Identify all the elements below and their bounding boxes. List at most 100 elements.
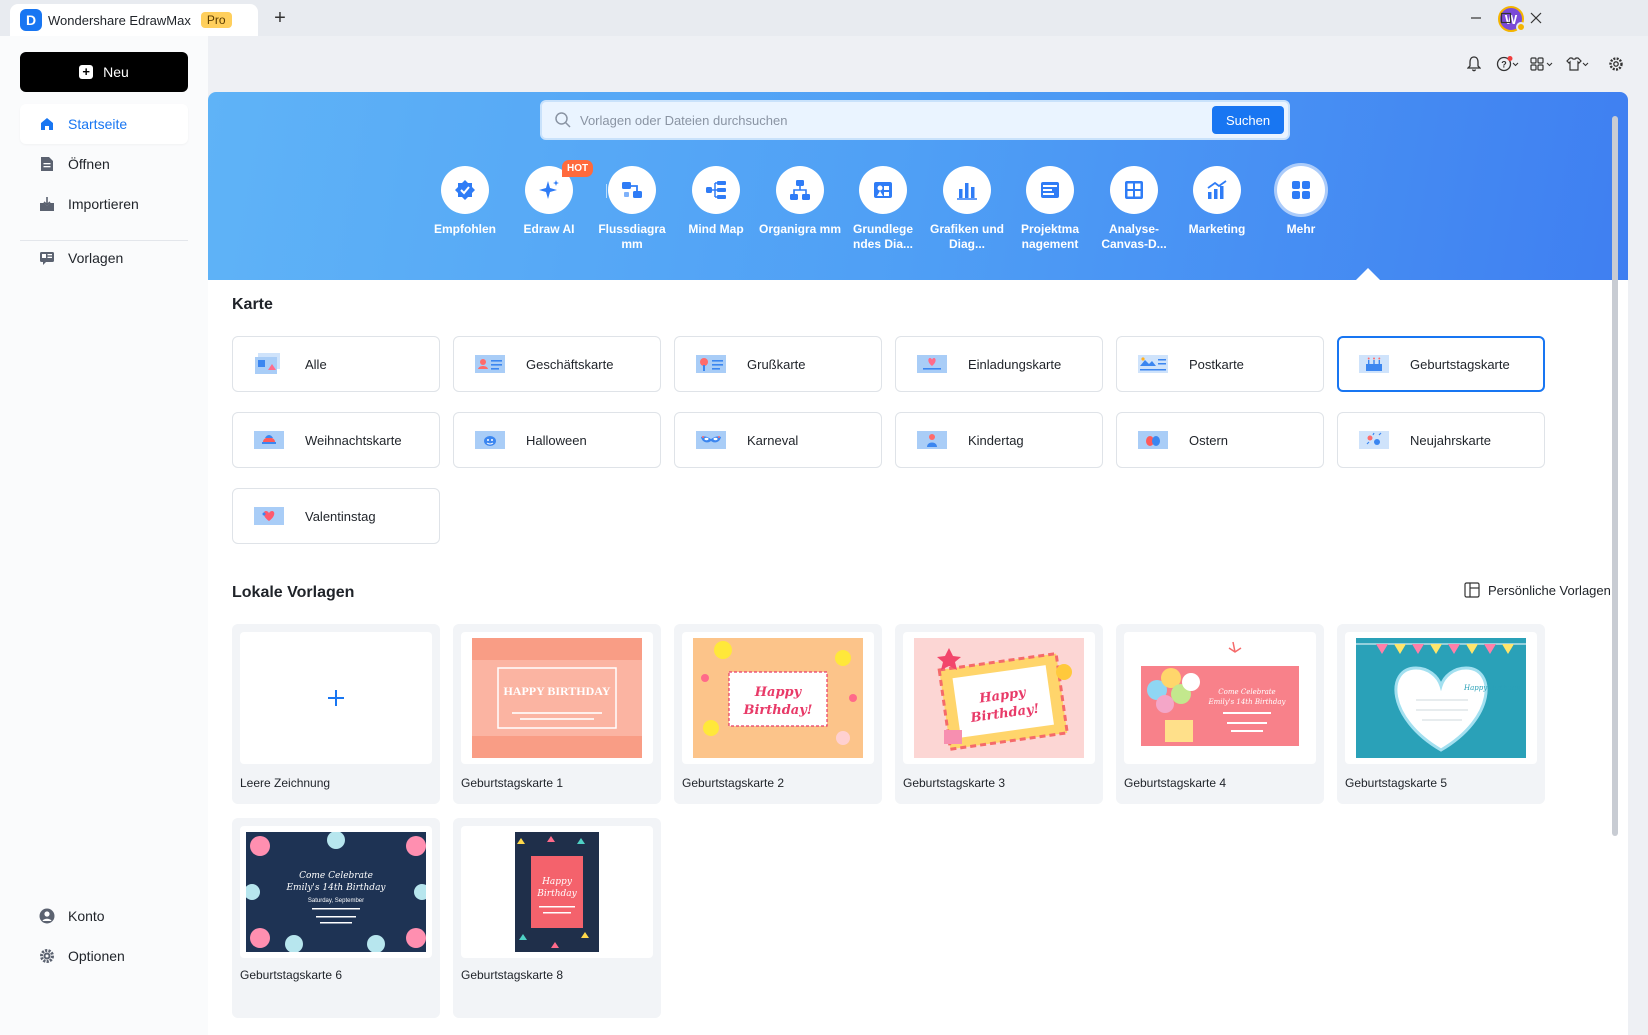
card-type-geschaeftskarte[interactable]: Geschäftskarte (453, 336, 661, 392)
app-title: Wondershare EdrawMax (48, 12, 191, 28)
minimize-button[interactable] (1466, 8, 1486, 28)
template-card[interactable]: HAPPY BIRTHDAY Geburtstagskarte 1 (453, 624, 661, 804)
new-year-card-icon (1358, 428, 1390, 452)
more-grid-icon (1277, 166, 1325, 214)
sidebar-item-label: Optionen (68, 948, 125, 964)
help-icon[interactable]: ? (1496, 52, 1520, 76)
app-tab[interactable]: D Wondershare EdrawMax Pro (10, 4, 258, 36)
mindmap-icon (692, 166, 740, 214)
template-thumbnail: Happy Birthday! (682, 632, 874, 764)
template-blank[interactable]: Leere Zeichnung (232, 624, 440, 804)
category-marketing[interactable]: Marketing (1172, 166, 1262, 237)
new-button[interactable]: + Neu (20, 52, 188, 92)
template-card[interactable]: Come Celebrate Emily's 14th Birthday Geb… (1116, 624, 1324, 804)
template-thumbnail: Happy Birthday (1345, 632, 1537, 764)
template-card[interactable]: Happy Birthday! Geburtstagskarte 2 (674, 624, 882, 804)
sidebar-item-optionen[interactable]: Optionen (20, 936, 188, 976)
project-icon (1026, 166, 1074, 214)
category-mind-map[interactable]: Mind Map (671, 166, 761, 237)
template-label: Geburtstagskarte 3 (903, 776, 1006, 790)
category-label: Empfohlen (434, 222, 496, 236)
category-flussdiagramm[interactable]: Flussdiagra mm (587, 166, 677, 252)
card-type-karneval[interactable]: Karneval (674, 412, 882, 468)
title-bar: D Wondershare EdrawMax Pro + W (0, 0, 1648, 36)
section-title-karte: Karte (232, 296, 273, 313)
category-mehr[interactable]: Mehr (1256, 166, 1346, 237)
category-grafiken-und-diagramme[interactable]: Grafiken und Diag... (922, 166, 1012, 252)
canvas-icon (1110, 166, 1158, 214)
card-type-alle[interactable]: Alle (232, 336, 440, 392)
sidebar-item-startseite[interactable]: Startseite (20, 104, 188, 144)
category-label: Projektma nagement (1020, 222, 1080, 251)
template-label: Geburtstagskarte 6 (240, 968, 343, 982)
sidebar-item-konto[interactable]: Konto (20, 896, 188, 936)
card-type-label: Ostern (1189, 432, 1229, 448)
close-button[interactable] (1526, 8, 1546, 28)
svg-text:Emily's 14th Birthday: Emily's 14th Birthday (285, 883, 386, 893)
gear-icon (38, 947, 56, 965)
sidebar-item-oeffnen[interactable]: Öffnen (20, 144, 188, 184)
maximize-button[interactable] (1496, 8, 1516, 28)
card-type-label: Einladungskarte (968, 356, 1062, 372)
template-label: Geburtstagskarte 5 (1345, 776, 1448, 790)
all-cards-icon (253, 352, 285, 376)
new-tab-button[interactable]: + (268, 6, 292, 30)
sidebar-item-label: Importieren (68, 196, 139, 212)
card-type-halloween[interactable]: Halloween (453, 412, 661, 468)
card-type-postkarte[interactable]: Postkarte (1116, 336, 1324, 392)
card-type-label: Weihnachtskarte (305, 432, 402, 448)
settings-icon[interactable] (1604, 52, 1628, 76)
card-type-label: Valentinstag (305, 508, 376, 524)
card-type-label: Grußkarte (747, 356, 806, 372)
category-empfohlen[interactable]: Empfohlen (420, 166, 510, 237)
card-type-einladungskarte[interactable]: Einladungskarte (895, 336, 1103, 392)
section-title-lokale-vorlagen: Lokale Vorlagen (232, 584, 355, 601)
svg-text:Come Celebrate: Come Celebrate (1218, 688, 1275, 696)
scrollbar[interactable] (1612, 116, 1618, 836)
apps-icon[interactable] (1530, 52, 1554, 76)
category-label: Marketing (1188, 222, 1246, 236)
card-type-label: Halloween (526, 432, 587, 448)
card-type-weihnachtskarte[interactable]: Weihnachtskarte (232, 412, 440, 468)
svg-text:?: ? (1501, 60, 1507, 70)
personal-templates-label: Persönliche Vorlagen (1488, 582, 1611, 598)
sidebar-item-vorlagen[interactable]: Vorlagen (20, 238, 188, 278)
card-type-label: Kindertag (968, 432, 1024, 448)
svg-text:Happy: Happy (754, 685, 803, 700)
template-card[interactable]: Happy Birthday Geburtstagskarte 5 (1337, 624, 1545, 804)
category-projektmanagement[interactable]: Projektma nagement (1005, 166, 1095, 252)
postcard-icon (1137, 352, 1169, 376)
card-type-geburtstagskarte[interactable]: Geburtstagskarte (1337, 336, 1545, 392)
card-type-valentinstag[interactable]: Valentinstag (232, 488, 440, 544)
plus-icon: + (79, 65, 94, 79)
sidebar-item-importieren[interactable]: Importieren (20, 184, 188, 224)
svg-text:Emily's 14th Birthday: Emily's 14th Birthday (1207, 698, 1286, 706)
main-panel: Suchen Empfohlen HOT Edraw AI Flussdiagr… (208, 92, 1628, 1035)
card-type-ostern[interactable]: Ostern (1116, 412, 1324, 468)
shirt-icon[interactable] (1566, 52, 1590, 76)
card-type-neujahrskarte[interactable]: Neujahrskarte (1337, 412, 1545, 468)
card-type-kindertag[interactable]: Kindertag (895, 412, 1103, 468)
personal-templates-link[interactable]: Persönliche Vorlagen (1464, 582, 1611, 598)
category-label: Edraw AI (523, 222, 575, 236)
category-organigramm[interactable]: Organigra mm (755, 166, 845, 237)
card-type-grusskarte[interactable]: Grußkarte (674, 336, 882, 392)
search-input[interactable] (580, 112, 1212, 128)
template-card[interactable]: Happy Birthday! Geburtstagskarte 3 (895, 624, 1103, 804)
sidebar-item-label: Konto (68, 908, 105, 924)
bell-icon[interactable] (1462, 52, 1486, 76)
category-edraw-ai[interactable]: HOT Edraw AI (504, 160, 594, 237)
template-thumbnail (240, 632, 432, 764)
recommend-icon (441, 166, 489, 214)
template-label: Geburtstagskarte 2 (682, 776, 785, 790)
flowchart-icon (608, 166, 656, 214)
basic-diagram-icon (859, 166, 907, 214)
sidebar-item-label: Startseite (68, 116, 128, 132)
template-label: Geburtstagskarte 8 (461, 968, 564, 982)
category-analyse-canvas[interactable]: Analyse- Canvas-D... (1089, 166, 1179, 252)
category-grundlegendes-diagramm[interactable]: Grundlege ndes Dia... (838, 166, 928, 252)
template-card[interactable]: Come Celebrate Emily's 14th Birthday Sat… (232, 818, 440, 1018)
search-button[interactable]: Suchen (1212, 106, 1284, 134)
template-card[interactable]: Happy Birthday Geburtstagskarte 8 (453, 818, 661, 1018)
svg-text:Saturday, September: Saturday, September (308, 898, 364, 904)
